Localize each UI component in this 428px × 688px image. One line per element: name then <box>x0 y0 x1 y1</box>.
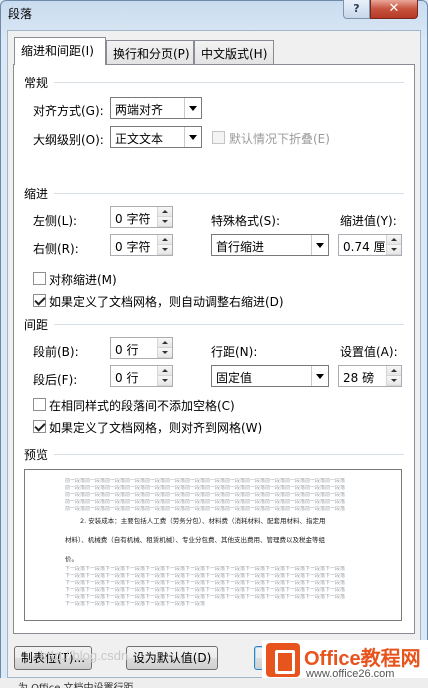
down-arrow-icon[interactable] <box>158 348 172 358</box>
collapse-label: 默认情况下折叠(E) <box>229 132 330 146</box>
down-arrow-icon[interactable] <box>387 245 401 255</box>
general-heading: 常规 <box>24 76 49 90</box>
left-indent-spinner[interactable]: 0 字符 <box>110 206 173 228</box>
collapse-checkbox <box>212 131 225 144</box>
line-spacing-label: 行距(N): <box>211 345 258 359</box>
no-space-same-style-checkbox[interactable] <box>33 398 46 411</box>
up-arrow-icon[interactable] <box>158 235 172 245</box>
spacing-at-spinner[interactable]: 28 磅 <box>338 365 402 387</box>
preview-next-line: 下一段落下一段落下一段落下一段落下一段落下一段落下一段落下一段落下一段落下一段落… <box>65 580 346 586</box>
preview-heading: 预览 <box>24 448 49 462</box>
divider <box>54 454 404 455</box>
alignment-value: 两端对齐 <box>115 103 164 117</box>
logo-title: Office教程网 <box>304 648 421 670</box>
right-indent-spinner[interactable]: 0 字符 <box>110 234 173 256</box>
special-indent-value: 首行缩进 <box>216 240 265 254</box>
preview-prev-line: 前一段落前一段落前一段落前一段落前一段落前一段落前一段落前一段落前一段落前一段落… <box>65 485 346 491</box>
help-button[interactable]: ? <box>343 0 370 19</box>
space-before-value[interactable]: 0 行 <box>115 341 138 358</box>
preview-next-line: 下一段落下一段落下一段落下一段落下一段落下一段落下一段落下一段落下一段落下一段落… <box>65 573 346 579</box>
dialog-title: 段落 <box>8 7 33 21</box>
left-indent-label: 左侧(L): <box>33 214 78 228</box>
auto-adjust-indent-checkbox[interactable] <box>33 294 46 307</box>
spacing-at-label: 设置值(A): <box>340 345 398 359</box>
indent-by-spinner[interactable]: 0.74 厘米 <box>338 234 402 256</box>
chevron-down-icon[interactable] <box>184 127 201 147</box>
chevron-down-icon[interactable] <box>311 235 328 255</box>
special-indent-select[interactable]: 首行缩进 <box>211 234 329 256</box>
watermark-text: http://blog.csdn <box>40 648 129 663</box>
line-spacing-value: 固定值 <box>216 371 253 385</box>
bottom-caption: 为 Office 文档中设置行距 <box>18 679 134 688</box>
indent-heading: 缩进 <box>24 187 49 201</box>
preview-prev-line: 前一段落前一段落前一段落前一段落前一段落前一段落前一段落前一段落前一段落前一段落… <box>65 478 346 484</box>
no-space-same-style-label[interactable]: 在相同样式的段落间不添加空格(C) <box>49 397 235 414</box>
space-after-value[interactable]: 0 行 <box>115 369 138 386</box>
special-label: 特殊格式(S): <box>211 214 281 228</box>
preview-next-line: 下一段落下一段落下一段落下一段落下一段落下一段落下一段落 <box>65 601 206 607</box>
office-logo-icon <box>266 643 300 677</box>
tab-asian-typography[interactable]: 中文版式(H) <box>194 40 274 64</box>
preview-prev-line: 前一段落前一段落前一段落前一段落前一段落前一段落前一段落前一段落前一段落前一段落… <box>65 499 346 505</box>
down-arrow-icon[interactable] <box>158 217 172 227</box>
preview-main-line: 2. 安装成本：主要包括人工费（劳务分包）、材料费（消耗材料、配套用材料、指定用 <box>80 517 326 525</box>
up-arrow-icon[interactable] <box>387 235 401 245</box>
space-after-label: 段后(F): <box>33 373 78 387</box>
spacing-at-value[interactable]: 28 磅 <box>343 369 374 386</box>
spacing-heading: 间距 <box>24 318 49 332</box>
divider <box>54 193 404 194</box>
outline-label: 大纲级别(O): <box>33 133 104 147</box>
down-arrow-icon[interactable] <box>387 376 401 386</box>
mirror-indents-label[interactable]: 对称缩进(M) <box>49 271 117 288</box>
up-arrow-icon[interactable] <box>158 338 172 348</box>
down-arrow-icon[interactable] <box>158 245 172 255</box>
close-button[interactable]: ✕ <box>370 0 418 19</box>
indent-by-label: 缩进值(Y): <box>340 214 397 228</box>
chevron-down-icon[interactable] <box>311 366 328 386</box>
down-arrow-icon[interactable] <box>158 376 172 386</box>
preview-main-line: 材料）、机械费（自有机械、租赁机械）、专业分包费、其他支出费用、管理费以及税金等… <box>65 536 325 544</box>
snap-to-grid-label[interactable]: 如果定义了文档网格，则对齐到网格(W) <box>49 419 262 436</box>
divider <box>54 324 404 325</box>
space-before-label: 段前(B): <box>33 345 79 359</box>
alignment-label: 对齐方式(G): <box>33 104 104 118</box>
right-indent-value[interactable]: 0 字符 <box>115 238 150 255</box>
snap-to-grid-checkbox[interactable] <box>33 420 46 433</box>
auto-adjust-indent-label[interactable]: 如果定义了文档网格，则自动调整右缩进(D) <box>49 293 284 310</box>
alignment-select[interactable]: 两端对齐 <box>110 97 202 119</box>
up-arrow-icon[interactable] <box>158 366 172 376</box>
line-spacing-select[interactable]: 固定值 <box>211 365 329 387</box>
outline-level-select[interactable]: 正文文本 <box>110 126 202 148</box>
preview-next-line: 下一段落下一段落下一段落下一段落下一段落下一段落下一段落下一段落下一段落下一段落… <box>65 566 346 572</box>
chevron-down-icon[interactable] <box>184 98 201 118</box>
mirror-indents-checkbox[interactable] <box>33 272 46 285</box>
tab-line-page-breaks[interactable]: 换行和分页(P) <box>106 40 194 64</box>
left-indent-value[interactable]: 0 字符 <box>115 210 150 227</box>
space-after-spinner[interactable]: 0 行 <box>110 365 173 387</box>
space-before-spinner[interactable]: 0 行 <box>110 337 173 359</box>
preview-prev-line: 前一段落前一段落前一段落前一段落前一段落前一段落前一段落前一段落前一段落前一段落… <box>65 492 346 498</box>
tab-indent-spacing[interactable]: 缩进和间距(I) <box>14 37 106 65</box>
divider <box>54 82 404 83</box>
right-indent-label: 右侧(R): <box>33 242 79 256</box>
preview-next-line: 下一段落下一段落下一段落下一段落下一段落下一段落下一段落下一段落下一段落下一段落… <box>65 587 346 593</box>
preview-next-line: 下一段落下一段落下一段落下一段落下一段落下一段落下一段落下一段落下一段落下一段落… <box>65 594 346 600</box>
up-arrow-icon[interactable] <box>158 207 172 217</box>
outline-value: 正文文本 <box>115 132 164 146</box>
paragraph-preview: 前一段落前一段落前一段落前一段落前一段落前一段落前一段落前一段落前一段落前一段落… <box>24 469 402 621</box>
up-arrow-icon[interactable] <box>387 366 401 376</box>
set-default-button[interactable]: 设为默认值(D) <box>126 646 218 670</box>
